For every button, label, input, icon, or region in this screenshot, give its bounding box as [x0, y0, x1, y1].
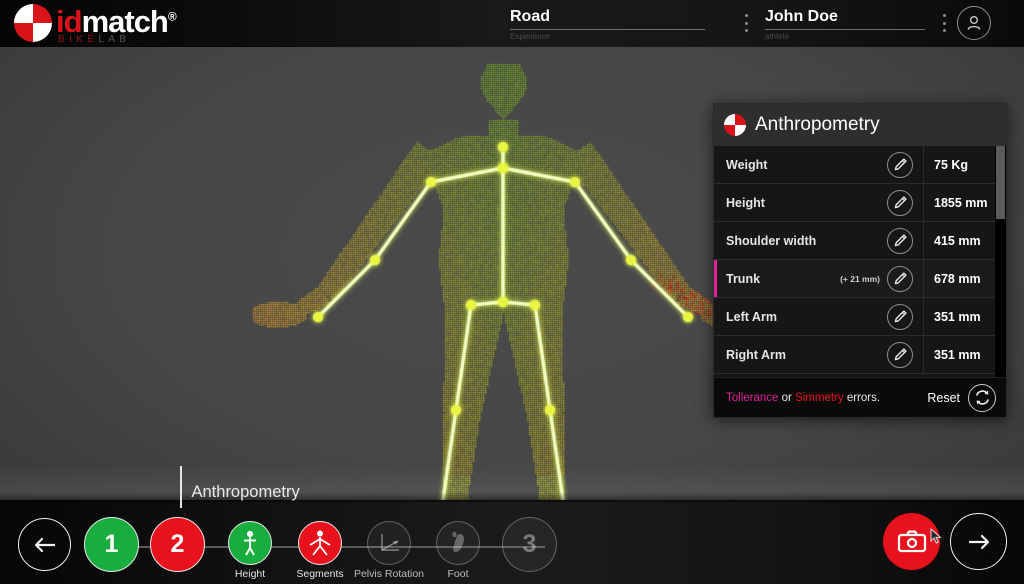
tolerance-flag — [714, 222, 717, 259]
panel-header: Anthropometry — [714, 104, 1006, 146]
experience-menu-icon[interactable] — [740, 14, 752, 32]
table-row[interactable]: Left Arm 351 mm — [714, 298, 995, 336]
legend-errors-text: errors. — [847, 392, 880, 404]
panel-title: Anthropometry — [755, 114, 880, 136]
table-row[interactable]: Shoulder width 415 mm — [714, 222, 995, 260]
tooltip-connector — [180, 466, 182, 508]
substep-segments-button[interactable] — [298, 521, 342, 565]
app-root: idmatch® BIKELAB Road Experience John Do… — [0, 0, 1024, 584]
measurement-value: 415 mm — [923, 222, 995, 259]
panel-scrollbar-thumb[interactable] — [996, 146, 1005, 219]
step-3-label: 3 — [523, 530, 537, 559]
app-logo: idmatch® BIKELAB — [14, 4, 176, 45]
step-2-button[interactable]: 2 — [150, 517, 205, 572]
measurement-value: 351 mm — [923, 298, 995, 335]
athlete-field[interactable]: John Doe athlete — [765, 8, 925, 42]
edit-button[interactable] — [887, 266, 913, 292]
tooltip-text: Anthropometry — [192, 483, 300, 502]
tolerance-flag — [714, 298, 717, 335]
measurement-value: 1855 mm — [923, 184, 995, 221]
user-avatar-icon — [964, 13, 984, 33]
pencil-icon — [893, 195, 908, 210]
panel-scrollbar[interactable] — [995, 146, 1006, 377]
reset-label: Reset — [927, 391, 960, 405]
capture-button[interactable] — [883, 513, 940, 570]
substep-height-button[interactable] — [228, 521, 272, 565]
next-button[interactable] — [950, 513, 1007, 570]
experience-field[interactable]: Road Experience — [510, 8, 705, 42]
spread-person-icon — [306, 528, 334, 558]
idmatch-mark-icon — [14, 4, 52, 42]
measurement-label: Trunk — [714, 272, 840, 286]
angle-icon — [375, 529, 403, 557]
athlete-label: athlete — [765, 30, 925, 42]
anthropometry-panel: Anthropometry Weight 75 Kg Height 1855 mm Sh… — [713, 103, 1007, 418]
table-row[interactable]: Trunk (+ 21 mm) 678 mm — [714, 260, 995, 298]
table-row[interactable]: Weight 75 Kg — [714, 146, 995, 184]
experience-label: Experience — [510, 30, 705, 42]
measurement-value: 75 Kg — [923, 146, 995, 183]
panel-body: Weight 75 Kg Height 1855 mm Shoulder width 41… — [714, 146, 1006, 377]
measurement-value: 351 mm — [923, 336, 995, 373]
logo-wordmark: idmatch® — [56, 6, 176, 37]
logo-bike-text: BIKE — [58, 34, 98, 45]
top-bar: idmatch® BIKELAB Road Experience John Do… — [0, 0, 1024, 47]
measurement-delta: (+ 21 mm) — [840, 274, 887, 284]
step-1-button[interactable]: 1 — [84, 517, 139, 572]
step-tooltip: Anthropometry — [180, 466, 300, 508]
legend-simmetry-text: Simmetry — [795, 392, 844, 404]
experience-value: Road — [510, 8, 705, 30]
step-1-label: 1 — [105, 530, 119, 559]
back-button[interactable] — [18, 518, 71, 571]
step-2-label: 2 — [171, 530, 185, 559]
avatar[interactable] — [957, 6, 991, 40]
reset-button[interactable] — [968, 384, 996, 412]
tolerance-flag — [714, 260, 717, 297]
edit-button[interactable] — [887, 228, 913, 254]
substep-foot-button[interactable] — [436, 521, 480, 565]
pencil-icon — [893, 233, 908, 248]
panel-footer: Tollerance or Simmetry errors. Reset — [714, 377, 1006, 417]
measurement-list: Weight 75 Kg Height 1855 mm Shoulder width 41… — [714, 146, 995, 377]
edit-button[interactable] — [887, 342, 913, 368]
pencil-icon — [893, 309, 908, 324]
athlete-value: John Doe — [765, 8, 925, 30]
measurement-label: Shoulder width — [714, 234, 880, 248]
logo-registered-mark: ® — [168, 10, 176, 24]
measurement-label: Left Arm — [714, 310, 880, 324]
standing-person-icon — [237, 528, 263, 558]
footprint-icon — [445, 528, 471, 558]
pencil-icon — [893, 271, 908, 286]
refresh-icon — [973, 388, 992, 407]
substep-pelvis-rotation-button[interactable] — [367, 521, 411, 565]
tolerance-flag — [714, 146, 717, 183]
arrow-right-icon — [966, 532, 992, 552]
edit-button[interactable] — [887, 304, 913, 330]
measurement-label: Height — [714, 196, 880, 210]
measurement-value: 678 mm — [923, 260, 995, 297]
idmatch-mark-icon — [724, 114, 746, 136]
arrow-left-icon — [32, 535, 58, 555]
measurement-label: Right Arm — [714, 348, 880, 362]
athlete-menu-icon[interactable] — [938, 14, 950, 32]
step-3-button[interactable]: 3 — [502, 517, 557, 572]
error-legend: Tollerance or Simmetry errors. — [726, 392, 927, 404]
logo-lab-text: LAB — [98, 34, 130, 45]
pencil-icon — [893, 347, 908, 362]
measurement-label: Weight — [714, 158, 880, 172]
camera-icon — [897, 529, 927, 555]
edit-button[interactable] — [887, 152, 913, 178]
edit-button[interactable] — [887, 190, 913, 216]
legend-or-text: or — [782, 392, 792, 404]
table-row[interactable]: Right Arm 351 mm — [714, 336, 995, 374]
tolerance-flag — [714, 336, 717, 373]
table-row[interactable]: Height 1855 mm — [714, 184, 995, 222]
legend-tolerance-text: Tollerance — [726, 392, 778, 404]
pencil-icon — [893, 157, 908, 172]
tolerance-flag — [714, 184, 717, 221]
